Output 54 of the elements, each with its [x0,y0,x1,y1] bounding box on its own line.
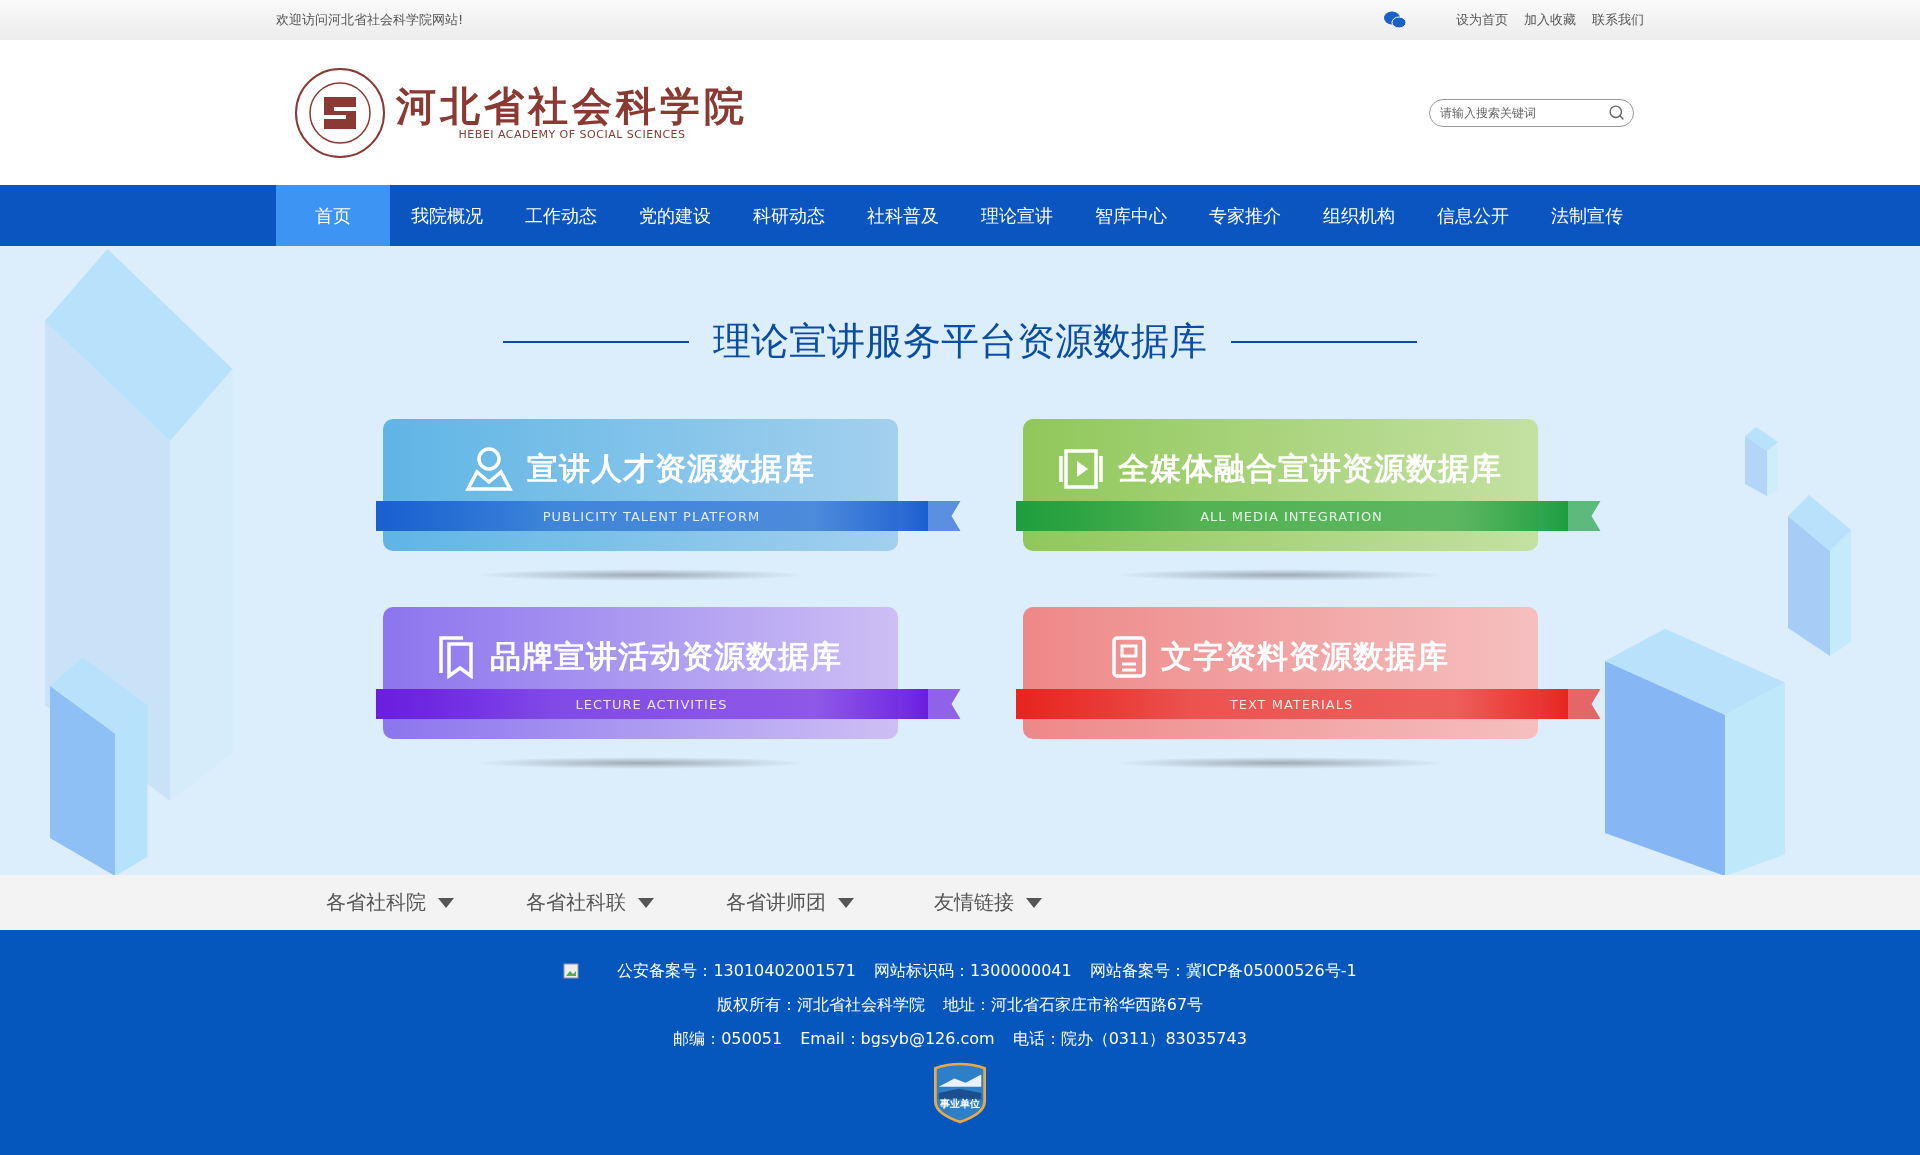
document-icon [1111,635,1147,679]
nav-tab[interactable]: 党的建设 [618,185,732,246]
footer-text: 地址：河北省石家庄市裕华西路67号 [942,994,1204,1016]
nav-tab[interactable]: 社科普及 [846,185,960,246]
top-link[interactable]: 联系我们 [1592,11,1644,29]
person-icon [465,446,513,492]
video-icon [1058,448,1104,490]
top-link[interactable]: 设为首页 [1456,11,1508,29]
footer-text: 邮编：050051 [673,1028,783,1050]
card-title: 宣讲人才资源数据库 [527,449,815,488]
badge-text: 事业单位 [939,1097,981,1111]
dropdown-link[interactable]: 友情链接 [934,889,1042,916]
banner-title: 理论宣讲服务平台资源数据库 [713,318,1207,365]
subtitle-ribbon: ALL MEDIA INTEGRATION [1015,501,1601,531]
card-title: 品牌宣讲活动资源数据库 [490,637,842,676]
nav-tab[interactable]: 智库中心 [1074,185,1188,246]
footer-text: 版权所有：河北省社会科学院 [716,994,925,1016]
nav-tab[interactable]: 科研动态 [732,185,846,246]
footer-text: 电话：院办（0311）83035743 [1012,1028,1247,1050]
subtitle-ribbon: TEXT MATERIALS [1015,689,1601,719]
nav-tab[interactable]: 我院概况 [390,185,504,246]
footer-text: 网站标识码：1300000041 [873,960,1072,982]
caret-icon [438,897,454,908]
footer-text: Email：bgsyb@126.com [800,1028,995,1050]
footer-text: 网站备案号：冀ICP备05000526号-1 [1089,960,1357,982]
database-card[interactable]: 品牌宣讲活动资源数据库 LECTURE ACTIVITIES [375,607,961,739]
welcome-text: 欢迎访问河北省社会科学院网站! [276,11,464,29]
nav-tab[interactable]: 组织机构 [1302,185,1416,246]
caret-icon [838,897,854,908]
badge-icon[interactable] [932,1062,988,1124]
dropdown-link[interactable]: 各省讲师团 [726,889,854,916]
subtitle-ribbon: LECTURE ACTIVITIES [375,689,961,719]
logo-english-name: HEBEI ACADEMY OF SOCIAL SCIENCES [458,128,686,141]
nav-tab[interactable]: 理论宣讲 [960,185,1074,246]
footer-text: 公安备案号：13010402001571 [617,960,856,982]
nav-tab[interactable]: 专家推介 [1188,185,1302,246]
caret-icon [1026,897,1042,908]
nav-tab[interactable]: 法制宣传 [1530,185,1644,246]
top-link[interactable]: 加入收藏 [1524,11,1576,29]
bookmark-icon [438,635,476,679]
card-title: 文字资料资源数据库 [1161,637,1449,676]
caret-icon [638,897,654,908]
card-title: 全媒体融合宣讲资源数据库 [1118,449,1502,488]
dropdown-link[interactable]: 各省社科院 [326,889,454,916]
search-field[interactable]: 请输入搜索关键词 [1429,98,1634,127]
nav-tab[interactable]: 信息公开 [1416,185,1530,246]
seal-logo-icon [294,66,386,159]
dropdown-link[interactable]: 各省社科联 [526,889,654,916]
subtitle-ribbon: PUBLICITY TALENT PLATFORM [375,501,961,531]
wechat-icon[interactable] [1384,11,1406,29]
search-icon[interactable] [1608,103,1625,121]
broken-image-icon [563,963,580,979]
logo-name: 河北省社会科学院 [396,84,748,128]
nav-tab[interactable]: 工作动态 [504,185,618,246]
